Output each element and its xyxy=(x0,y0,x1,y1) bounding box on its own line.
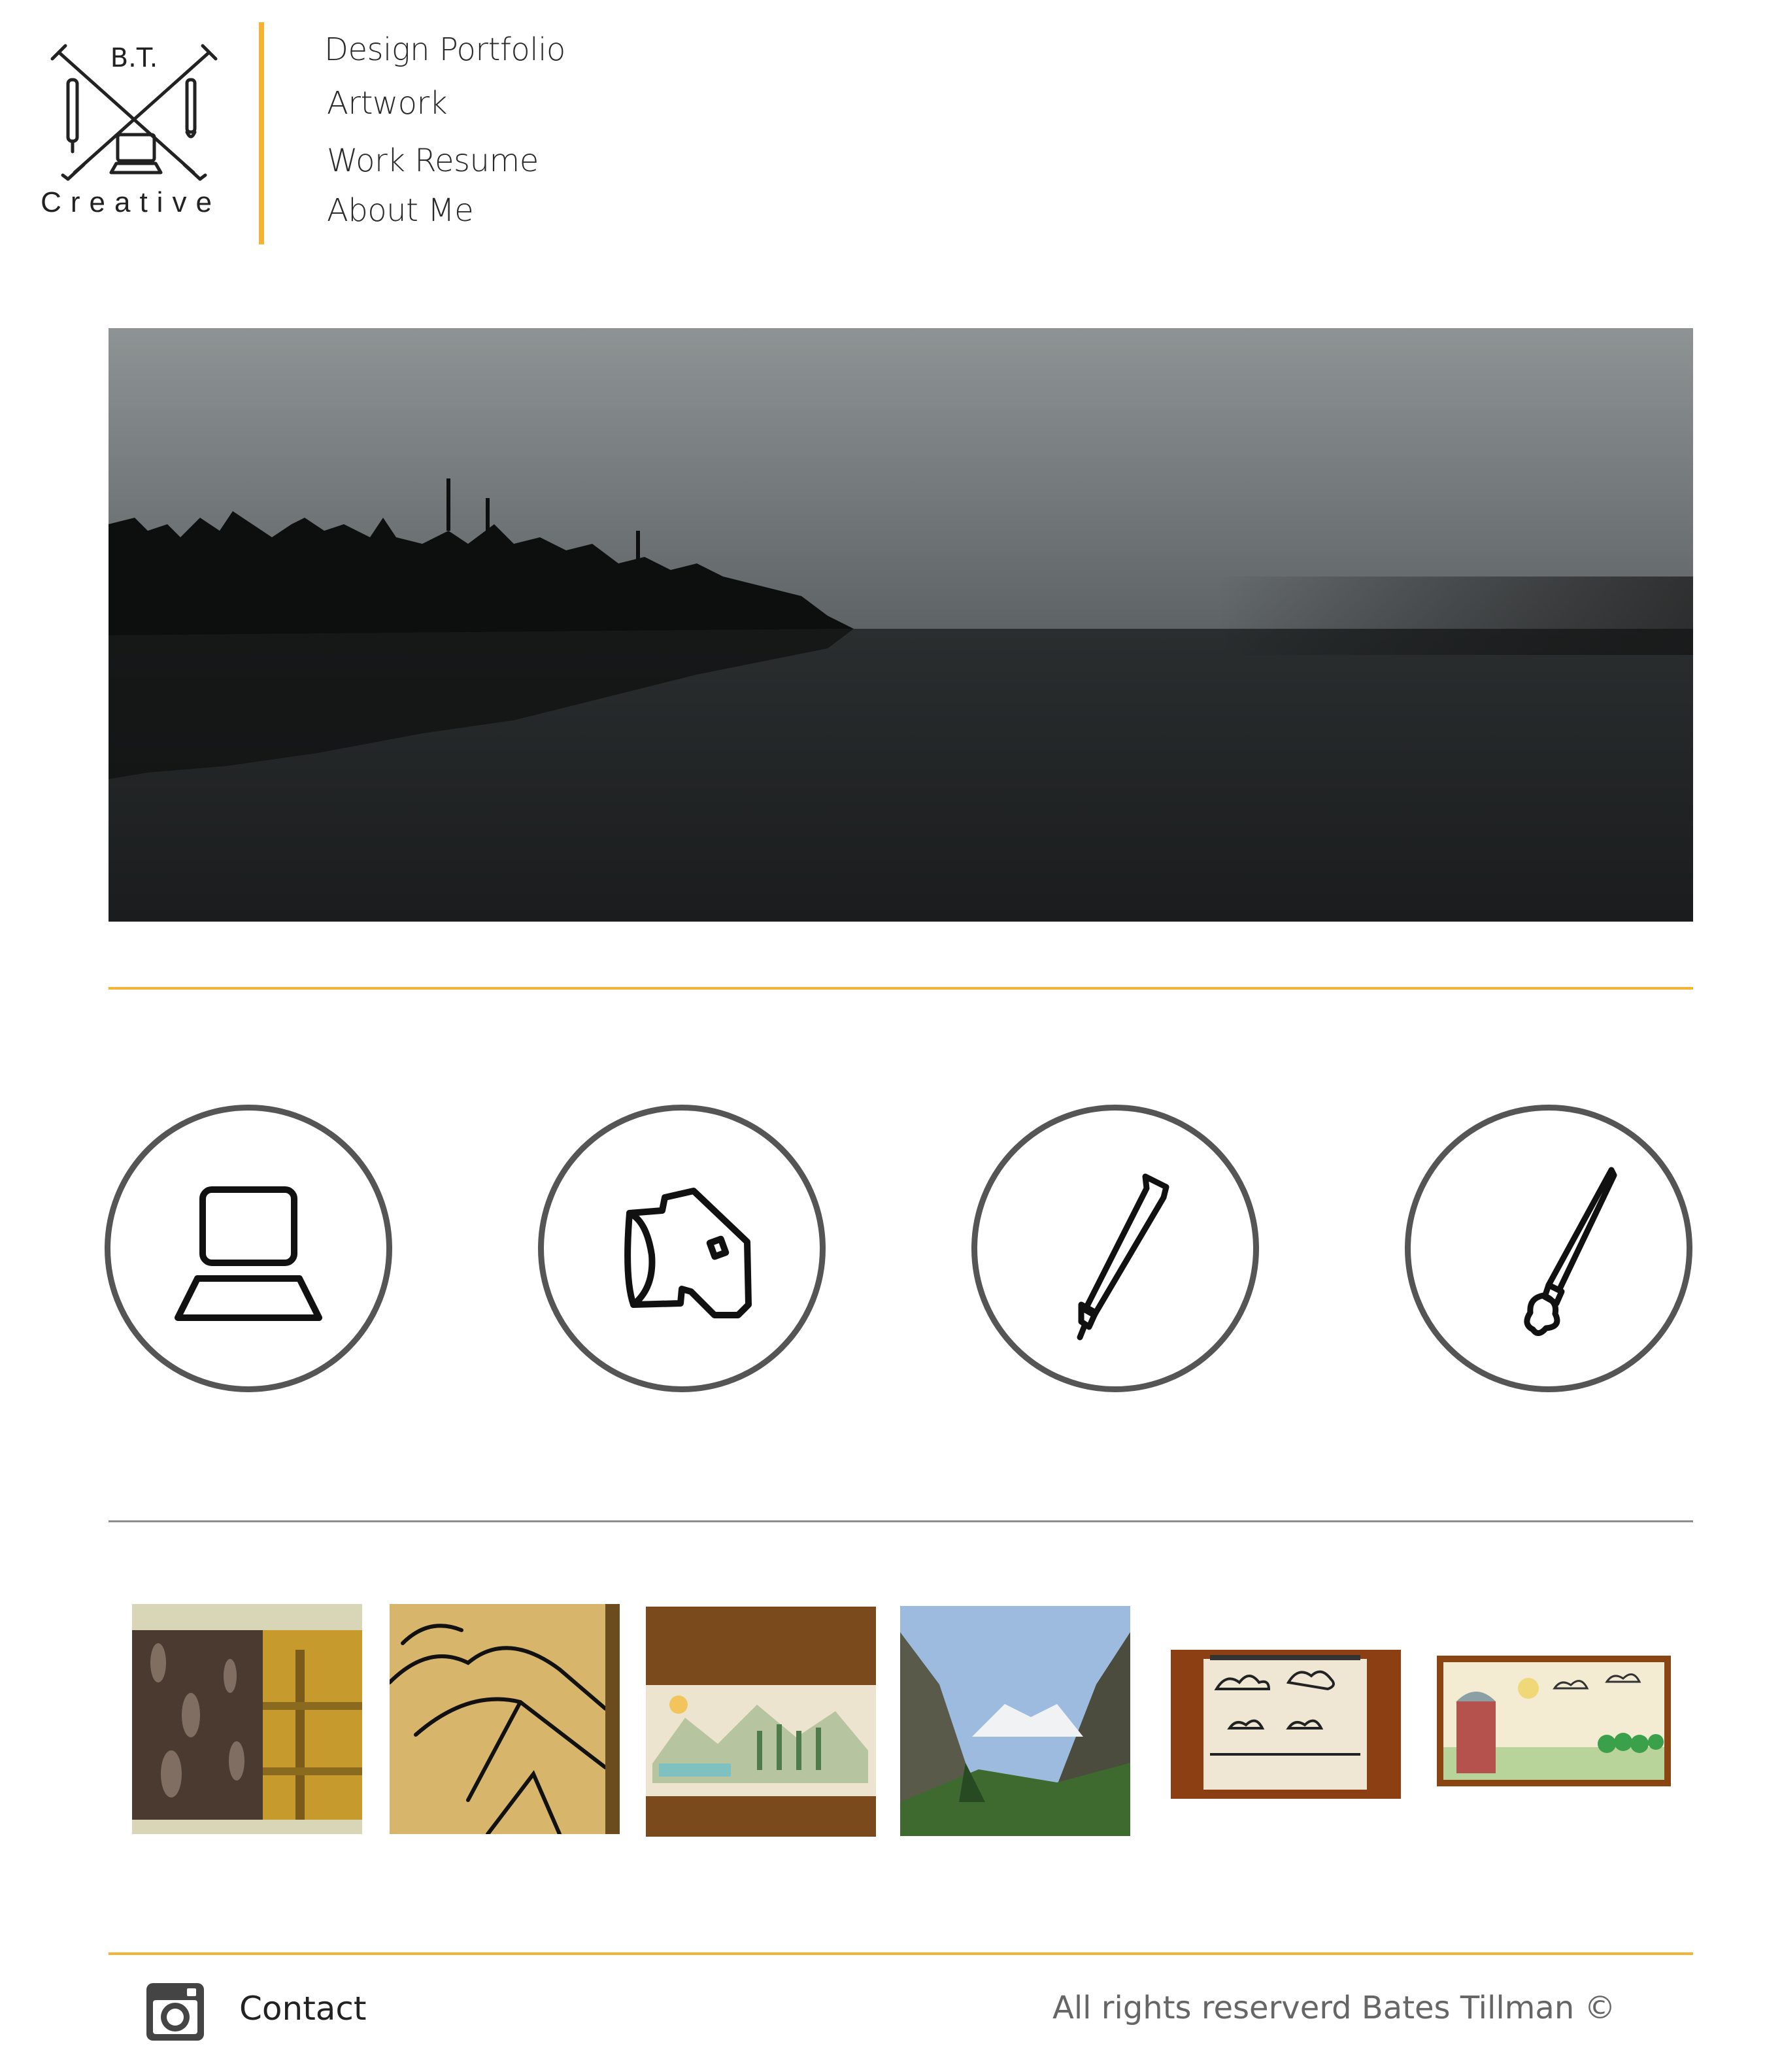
category-laptop[interactable] xyxy=(105,1105,392,1392)
foggy-lake-photo xyxy=(109,328,1693,922)
tree-bark-photo xyxy=(132,1604,362,1834)
copyright-text: All rights reserverd Bates Tillman © xyxy=(1052,1990,1616,2026)
gallery-item[interactable] xyxy=(132,1604,362,1834)
silo-watercolor-drawing xyxy=(1437,1656,1671,1786)
nav-artwork[interactable]: Artwork xyxy=(327,85,448,122)
watercolor-sketch-landscape xyxy=(646,1607,876,1837)
instagram-link[interactable] xyxy=(144,1980,207,2043)
paintbrush-icon xyxy=(1524,1167,1617,1336)
header-divider xyxy=(259,22,264,244)
gallery-item[interactable] xyxy=(1437,1656,1671,1786)
logo-wordmark: Creative xyxy=(41,186,221,218)
nav-design-portfolio[interactable]: Design Portfolio xyxy=(324,31,565,68)
camera-icon xyxy=(624,1188,752,1318)
svg-text:B.T.: B.T. xyxy=(110,43,158,73)
gallery-item[interactable] xyxy=(390,1604,620,1834)
laptop-icon xyxy=(175,1186,322,1321)
nav-about-me[interactable]: About Me xyxy=(327,192,474,229)
category-paintbrush[interactable] xyxy=(1405,1105,1692,1392)
pen-icon xyxy=(1077,1173,1169,1341)
category-pen[interactable] xyxy=(971,1105,1259,1392)
contact-link[interactable]: Contact xyxy=(239,1990,367,2028)
nav-work-resume[interactable]: Work Resume xyxy=(327,142,539,179)
instagram-icon xyxy=(146,1983,204,2041)
category-camera[interactable] xyxy=(538,1105,826,1392)
footer-divider xyxy=(109,1952,1693,1955)
gallery-item[interactable] xyxy=(1171,1650,1401,1799)
section-divider xyxy=(109,987,1693,990)
alpine-valley-photo xyxy=(900,1606,1130,1836)
mountain-ink-drawing xyxy=(390,1604,620,1834)
cloud-sketchbook-drawing xyxy=(1171,1650,1401,1799)
gallery-item[interactable] xyxy=(646,1607,876,1837)
gallery-item[interactable] xyxy=(900,1606,1130,1836)
hero-image xyxy=(109,328,1693,922)
gallery-divider xyxy=(109,1520,1693,1522)
